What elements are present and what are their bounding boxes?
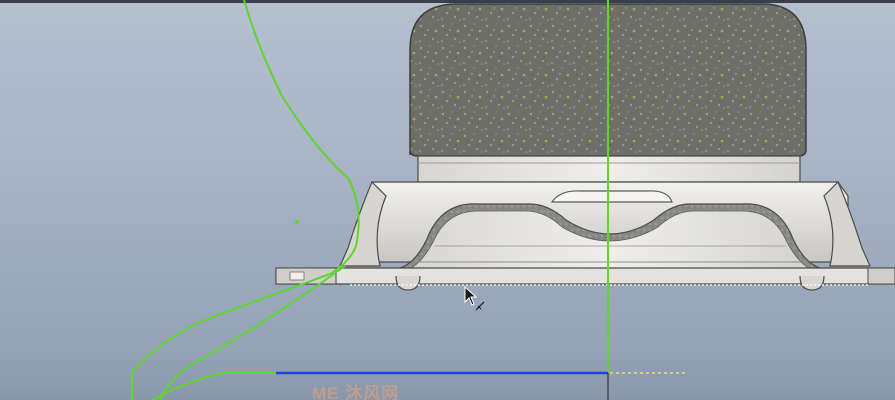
watermark-text: ME 沐风网 <box>312 384 400 400</box>
left-bead <box>395 275 421 291</box>
cad-viewport[interactable]: ME 沐风网 <box>0 0 895 400</box>
model-scene[interactable] <box>0 0 895 400</box>
line-tool-icon <box>475 301 485 311</box>
base-left-tab-inner <box>289 271 305 281</box>
base-right-tab <box>867 267 895 285</box>
arrow-pointer-icon <box>464 286 485 311</box>
top-slot <box>550 190 673 203</box>
floor-shade <box>0 300 895 400</box>
sketch-point[interactable] <box>295 220 299 224</box>
right-bead <box>799 275 825 291</box>
